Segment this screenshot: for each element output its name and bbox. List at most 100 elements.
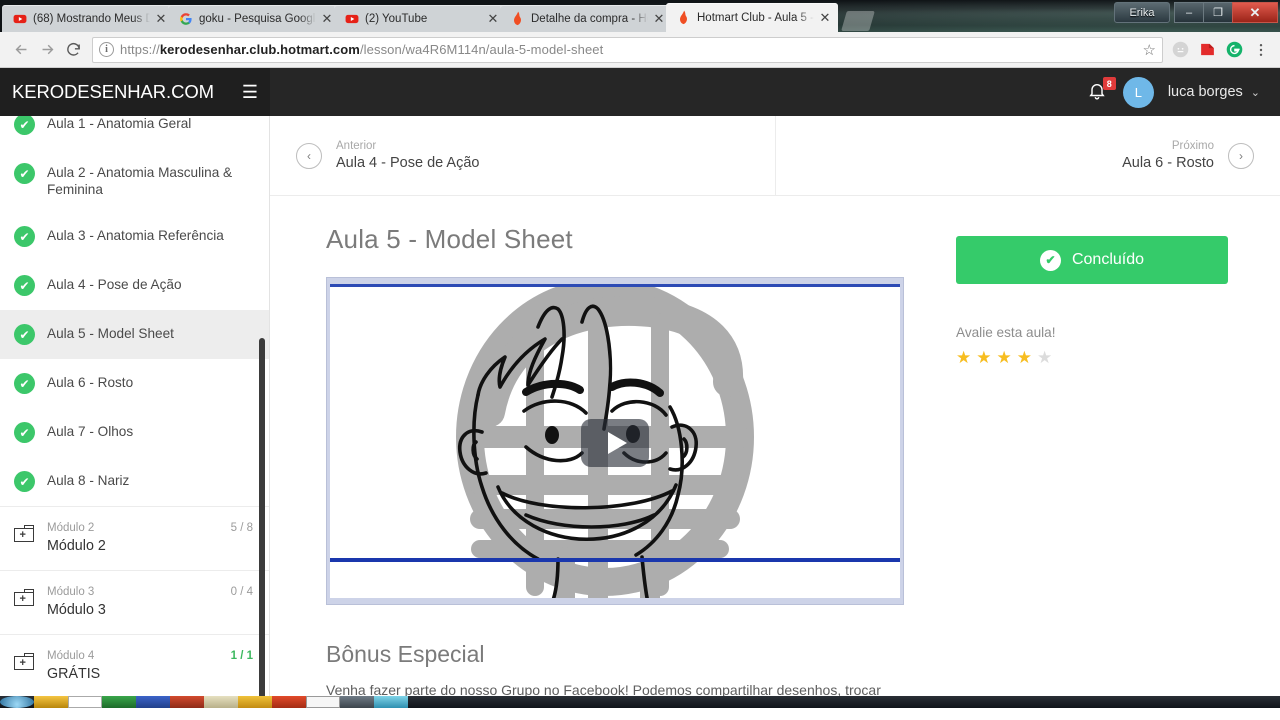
previous-lesson-link[interactable]: ‹ Anterior Aula 4 - Pose de Ação (270, 116, 775, 195)
module-kicker-row: Módulo 4 1 / 1 (47, 649, 253, 664)
lesson-label: Aula 6 - Rosto (47, 375, 134, 390)
course-sidebar[interactable]: ✔ Aula 1 - Anatomia Geral ✔ Aula 2 - Ana… (0, 116, 270, 708)
module-kicker: Módulo 2 (47, 522, 95, 534)
lesson-label: Aula 1 - Anatomia Geral (47, 116, 192, 131)
star-icon-1[interactable]: ★ (956, 348, 971, 368)
taskbar-icon-opera[interactable] (68, 696, 102, 708)
browser-tab[interactable]: (2) YouTube ✕ (334, 5, 506, 32)
next-kicker: Próximo (1171, 139, 1214, 152)
windows-user-button[interactable]: Erika (1114, 2, 1170, 23)
folder-add-icon: + (14, 525, 34, 542)
chevron-right-icon[interactable]: › (1228, 142, 1254, 169)
username-label[interactable]: luca borges (1168, 84, 1243, 100)
lesson-label: Aula 8 - Nariz (47, 473, 130, 488)
browser-tab[interactable]: Detalhe da compra - Hot ✕ (500, 5, 672, 32)
taskbar-icon-app-8[interactable] (340, 696, 374, 708)
address-bar[interactable]: i https://kerodesenhar.club.hotmart.com/… (92, 36, 1163, 63)
mark-complete-label: Concluído (1071, 251, 1145, 268)
maximize-button[interactable]: ❐ (1203, 2, 1232, 23)
sidebar-item-aula-8[interactable]: ✔ Aula 8 - Nariz (0, 457, 269, 506)
lesson-label: Aula 4 - Pose de Ação (47, 277, 182, 292)
url-path: /lesson/wa4R6M114n/aula-5-model-sheet (359, 42, 604, 57)
taskbar-icon-app-3[interactable] (170, 696, 204, 708)
taskbar-icon-app-9[interactable] (374, 696, 408, 708)
avatar[interactable]: L (1122, 76, 1154, 108)
brand-zone: KERODESENHAR.COM ☰ (0, 68, 270, 116)
sidebar-item-aula-2[interactable]: ✔ Aula 2 - Anatomia Masculina & Feminina (0, 149, 269, 212)
reload-button[interactable] (60, 37, 86, 63)
sidebar-item-aula-6[interactable]: ✔ Aula 6 - Rosto (0, 359, 269, 408)
sidebar-item-aula-7[interactable]: ✔ Aula 7 - Olhos (0, 408, 269, 457)
sidebar-module-2[interactable]: + Módulo 2 5 / 8 Módulo 2 (0, 506, 269, 570)
taskbar-icon-app-4[interactable] (204, 696, 238, 708)
taskbar-icon-app-6[interactable] (272, 696, 306, 708)
video-player[interactable] (326, 277, 904, 605)
browser-tab[interactable]: (68) Mostrando Meus De ✕ (2, 5, 174, 32)
sidebar-scrollbar[interactable] (259, 338, 265, 708)
tab-close-icon[interactable]: ✕ (154, 12, 168, 26)
whatsapp-icon[interactable] (1171, 41, 1189, 59)
lesson-navigation: ‹ Anterior Aula 4 - Pose de Ação Próximo… (270, 116, 1280, 196)
lesson-right-column: ✔ Concluído Avalie esta aula! ★ ★ ★ ★ ★ (926, 224, 1234, 700)
next-lesson-texts: Próximo Aula 6 - Rosto (1122, 139, 1214, 173)
rating-stars[interactable]: ★ ★ ★ ★ ★ (956, 348, 1234, 368)
forward-button[interactable] (34, 37, 60, 63)
site-brand[interactable]: KERODESENHAR.COM (12, 81, 214, 103)
module-name: Módulo 2 (47, 538, 106, 554)
taskbar-icon-app-7[interactable] (306, 696, 340, 708)
url-host: kerodesenhar.club.hotmart.com (159, 42, 360, 57)
new-tab-button[interactable] (841, 11, 875, 31)
star-icon-4[interactable]: ★ (1017, 348, 1032, 368)
grammarly-icon[interactable] (1225, 41, 1243, 59)
next-lesson-link[interactable]: Próximo Aula 6 - Rosto › (775, 116, 1280, 195)
video-thumbnail[interactable] (330, 284, 900, 598)
check-icon: ✔ (14, 471, 35, 492)
tab-close-icon[interactable]: ✕ (486, 12, 500, 26)
browser-tab[interactable]: goku - Pesquisa Google ✕ (168, 5, 340, 32)
browser-tab-active[interactable]: Hotmart Club - Aula 5 - M ✕ (666, 3, 838, 32)
check-icon: ✔ (14, 116, 35, 135)
back-button[interactable] (8, 37, 34, 63)
folder-add-icon: + (14, 653, 34, 670)
chevron-down-icon[interactable]: ⌄ (1251, 86, 1260, 99)
tab-title: (68) Mostrando Meus De (33, 12, 150, 25)
star-icon-3[interactable]: ★ (997, 348, 1012, 368)
bookmark-star-icon[interactable]: ☆ (1143, 41, 1156, 59)
sidebar-module-3[interactable]: + Módulo 3 0 / 4 Módulo 3 (0, 570, 269, 634)
chrome-menu-icon[interactable] (1252, 41, 1270, 59)
extension-icons (1171, 41, 1272, 59)
tab-close-icon[interactable]: ✕ (652, 12, 666, 26)
tab-close-icon[interactable]: ✕ (320, 12, 334, 26)
chevron-left-icon[interactable]: ‹ (296, 142, 322, 169)
hamburger-menu-icon[interactable]: ☰ (242, 83, 258, 101)
close-button[interactable]: ✕ (1232, 2, 1278, 23)
sidebar-item-aula-5[interactable]: ✔ Aula 5 - Model Sheet (0, 310, 269, 359)
mark-complete-button[interactable]: ✔ Concluído (956, 236, 1228, 284)
minimize-button[interactable]: – (1174, 2, 1203, 23)
play-button-icon[interactable] (581, 418, 649, 467)
star-icon-5[interactable]: ★ (1037, 348, 1052, 368)
lesson-left-column: Aula 5 - Model Sheet Bônus Especial Venh… (326, 224, 926, 700)
notifications-button[interactable]: 8 (1087, 77, 1116, 104)
sidebar-item-aula-1[interactable]: ✔ Aula 1 - Anatomia Geral (0, 116, 269, 149)
star-icon-2[interactable]: ★ (976, 348, 991, 368)
module-name: GRÁTIS (47, 666, 101, 682)
taskbar-start-icon[interactable] (0, 696, 34, 708)
windows-taskbar[interactable] (0, 696, 1280, 708)
lesson-content-inner: Aula 5 - Model Sheet Bônus Especial Venh… (270, 224, 1280, 700)
site-info-icon[interactable]: i (99, 42, 114, 57)
taskbar-icon-app-5[interactable] (238, 696, 272, 708)
tab-close-icon[interactable]: ✕ (818, 11, 832, 25)
lesson-label: Aula 3 - Anatomia Referência (47, 228, 224, 243)
taskbar-icon-app-2[interactable] (136, 696, 170, 708)
taskbar-icon-app-1[interactable] (102, 696, 136, 708)
check-icon: ✔ (14, 163, 35, 184)
evernote-icon[interactable] (1198, 41, 1216, 59)
sidebar-module-4[interactable]: + Módulo 4 1 / 1 GRÁTIS (0, 634, 269, 698)
youtube-icon (12, 11, 27, 26)
check-icon: ✔ (14, 226, 35, 247)
sidebar-item-aula-4[interactable]: ✔ Aula 4 - Pose de Ação (0, 261, 269, 310)
hotmart-icon (510, 11, 525, 26)
sidebar-item-aula-3[interactable]: ✔ Aula 3 - Anatomia Referência (0, 212, 269, 261)
taskbar-icon-explorer[interactable] (34, 696, 68, 708)
